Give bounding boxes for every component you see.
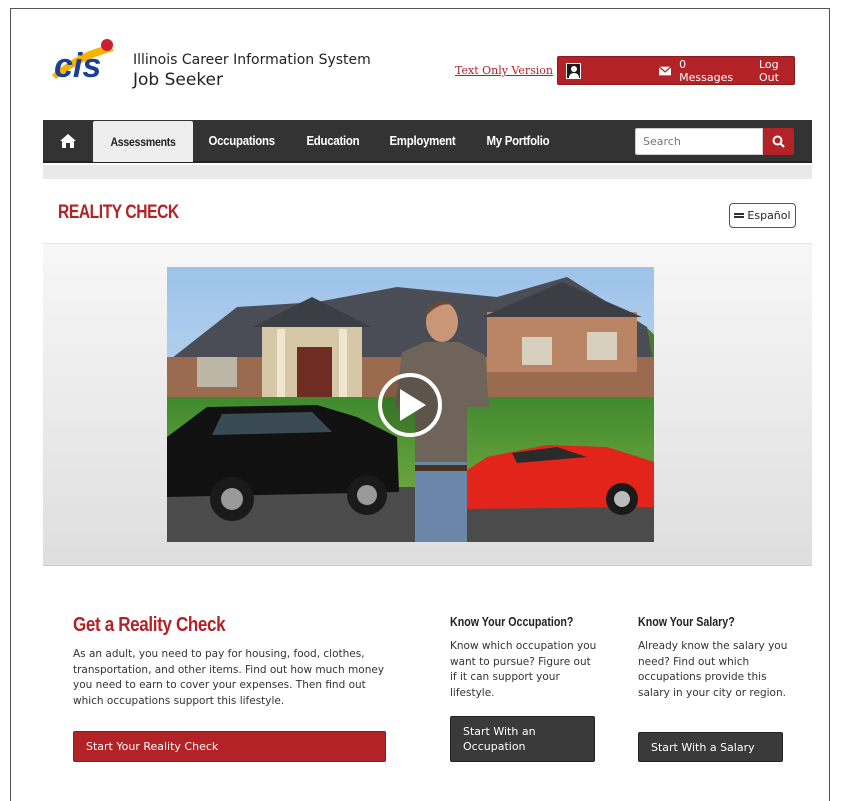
start-with-salary-button[interactable]: Start With a Salary: [638, 732, 783, 762]
start-reality-check-button[interactable]: Start Your Reality Check: [73, 731, 386, 762]
tab-assessments[interactable]: Assessments: [93, 121, 194, 162]
search-box: [635, 128, 794, 155]
know-occupation-description: Know which occupation you want to pursue…: [450, 640, 597, 699]
logout-button[interactable]: Log Out: [759, 58, 794, 84]
know-salary-description: Already know the salary you need? Find o…: [638, 640, 788, 699]
tab-employment[interactable]: Employment: [378, 119, 467, 162]
start-with-occupation-label: Start With an Occupation: [463, 725, 536, 753]
title-strip: [43, 165, 812, 179]
search-icon: [772, 135, 785, 148]
tab-my-portfolio[interactable]: My Portfolio: [475, 119, 561, 162]
messages-link[interactable]: 0 Messages: [659, 58, 735, 84]
search-input[interactable]: [635, 128, 763, 155]
know-salary-heading: Know Your Salary?: [638, 614, 735, 629]
menu-bars-icon: [734, 213, 745, 218]
home-icon[interactable]: [43, 119, 93, 162]
user-icon[interactable]: [566, 62, 582, 79]
page-title: REALITY CHECK: [58, 202, 179, 223]
espanol-label: Español: [747, 209, 791, 222]
account-bar: 0 Messages Log Out: [557, 56, 795, 85]
tab-occupations[interactable]: Occupations: [197, 119, 286, 162]
reality-check-description: As an adult, you need to pay for housing…: [73, 648, 385, 707]
reality-check-heading: Get a Reality Check: [73, 614, 226, 636]
svg-text:cis: cis: [54, 47, 101, 85]
cis-logo[interactable]: cis: [48, 37, 128, 85]
text-only-version-link[interactable]: Text Only Version: [455, 64, 553, 77]
tab-education[interactable]: Education: [295, 119, 371, 162]
espanol-button[interactable]: Español: [729, 203, 796, 228]
search-button[interactable]: [763, 128, 794, 155]
know-occupation-heading: Know Your Occupation?: [450, 614, 574, 629]
start-with-occupation-button[interactable]: Start With an Occupation: [450, 716, 595, 762]
envelope-icon: [659, 65, 672, 75]
brand-title: Illinois Career Information System: [133, 52, 371, 68]
main-nav: Assessments Occupations Education Employ…: [43, 120, 812, 163]
brand-subtitle: Job Seeker: [133, 70, 224, 90]
reality-check-video[interactable]: [167, 267, 654, 542]
messages-label: 0 Messages: [679, 57, 734, 84]
